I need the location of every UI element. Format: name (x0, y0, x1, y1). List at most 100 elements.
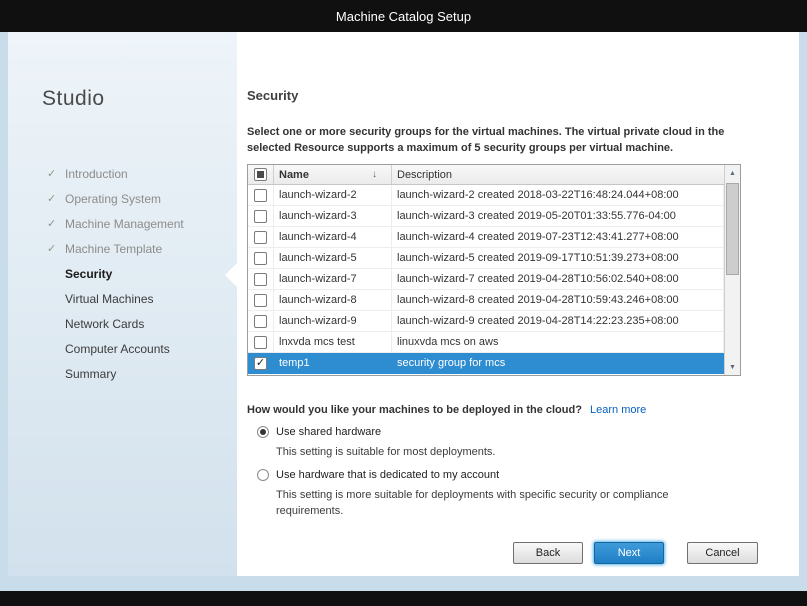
row-checkbox[interactable] (254, 294, 267, 307)
check-icon: ✓ (47, 162, 56, 187)
wizard-sidebar: Studio ✓ Introduction ✓ Operating System… (8, 32, 237, 576)
column-header-description[interactable]: Description (392, 165, 740, 184)
step-label: Security (65, 267, 112, 281)
sidebar-item-machine-management[interactable]: ✓ Machine Management (8, 212, 237, 237)
step-label: Introduction (65, 167, 128, 181)
name-cell: launch-wizard-8 (274, 290, 392, 310)
checkbox-cell (248, 353, 274, 373)
table-header-row: Name ↓ Description (248, 165, 740, 185)
option-label: Use shared hardware (276, 426, 381, 438)
sidebar-item-summary: Summary (8, 362, 237, 387)
row-checkbox-checked[interactable] (254, 357, 267, 370)
checkbox-cell (248, 248, 274, 268)
row-checkbox[interactable] (254, 231, 267, 244)
table-row[interactable]: launch-wizard-5 launch-wizard-5 created … (248, 248, 724, 269)
cancel-button[interactable]: Cancel (687, 542, 758, 564)
intro-text: Select one or more security groups for t… (247, 124, 763, 156)
table-row[interactable]: launch-wizard-8 launch-wizard-8 created … (248, 290, 724, 311)
description-cell: launch-wizard-3 created 2019-05-20T01:33… (392, 206, 724, 226)
description-cell: launch-wizard-4 created 2019-07-23T12:43… (392, 227, 724, 247)
step-label: Machine Template (65, 242, 162, 256)
table-row[interactable]: launch-wizard-7 launch-wizard-7 created … (248, 269, 724, 290)
table-body: launch-wizard-2 launch-wizard-2 created … (248, 185, 724, 375)
description-cell: launch-wizard-9 created 2019-04-28T14:22… (392, 311, 724, 331)
check-icon: ✓ (47, 187, 56, 212)
row-checkbox[interactable] (254, 189, 267, 202)
wizard-step-list: ✓ Introduction ✓ Operating System ✓ Mach… (8, 162, 237, 387)
option-dedicated-hardware[interactable]: Use hardware that is dedicated to my acc… (257, 469, 499, 481)
name-cell: launch-wizard-7 (274, 269, 392, 289)
option-label: Use hardware that is dedicated to my acc… (276, 469, 499, 481)
security-groups-table: Name ↓ Description launch-wizard-2 launc… (247, 164, 741, 376)
checkbox-cell (248, 206, 274, 226)
radio-button[interactable] (257, 469, 269, 481)
checkbox-cell (248, 269, 274, 289)
scroll-down-icon: ▼ (729, 364, 736, 371)
scroll-down-button[interactable]: ▼ (725, 359, 740, 375)
sidebar-item-security[interactable]: Security (8, 262, 237, 287)
row-checkbox[interactable] (254, 315, 267, 328)
select-all-checkbox-cell (248, 165, 274, 184)
scroll-up-icon: ▲ (729, 170, 736, 177)
sidebar-item-operating-system[interactable]: ✓ Operating System (8, 187, 237, 212)
next-button[interactable]: Next (594, 542, 664, 564)
sidebar-item-virtual-machines: Virtual Machines (8, 287, 237, 312)
machine-catalog-setup-dialog: Machine Catalog Setup Studio ✓ Introduct… (0, 0, 807, 606)
learn-more-link[interactable]: Learn more (590, 404, 646, 416)
step-label: Computer Accounts (65, 342, 170, 356)
back-button[interactable]: Back (513, 542, 583, 564)
row-checkbox[interactable] (254, 252, 267, 265)
step-label: Operating System (65, 192, 161, 206)
name-cell: launch-wizard-2 (274, 185, 392, 205)
table-row[interactable]: lnxvda mcs test linuxvda mcs on aws (248, 332, 724, 353)
sidebar-item-computer-accounts: Computer Accounts (8, 337, 237, 362)
scrollbar-thumb[interactable] (726, 183, 739, 275)
studio-logo: Studio (42, 87, 105, 111)
bottom-bar (0, 591, 807, 606)
column-header-name[interactable]: Name ↓ (274, 165, 392, 184)
name-cell: launch-wizard-5 (274, 248, 392, 268)
select-all-checkbox[interactable] (254, 168, 267, 181)
name-cell: temp1 (274, 353, 392, 373)
option-dedicated-description: This setting is more suitable for deploy… (276, 487, 728, 519)
name-cell: launch-wizard-4 (274, 227, 392, 247)
radio-button-selected[interactable] (257, 426, 269, 438)
table-row-selected[interactable]: temp1 security group for mcs (248, 353, 724, 374)
column-label-name: Name (279, 169, 309, 181)
sidebar-item-network-cards: Network Cards (8, 312, 237, 337)
description-cell: launch-wizard-7 created 2019-04-28T10:56… (392, 269, 724, 289)
sidebar-item-machine-template[interactable]: ✓ Machine Template (8, 237, 237, 262)
table-row[interactable]: launch-wizard-3 launch-wizard-3 created … (248, 206, 724, 227)
step-label: Summary (65, 367, 116, 381)
row-checkbox[interactable] (254, 273, 267, 286)
step-label: Machine Management (65, 217, 184, 231)
name-cell: launch-wizard-9 (274, 311, 392, 331)
scroll-up-button[interactable]: ▲ (725, 165, 740, 181)
current-step-arrow-icon (225, 263, 237, 287)
wizard-content-panel: Security Select one or more security gro… (237, 32, 799, 576)
check-icon: ✓ (47, 237, 56, 262)
table-row[interactable]: launch-wizard-2 launch-wizard-2 created … (248, 185, 724, 206)
name-cell: launch-wizard-3 (274, 206, 392, 226)
description-cell: launch-wizard-5 created 2019-09-17T10:51… (392, 248, 724, 268)
table-row[interactable]: launch-wizard-9 launch-wizard-9 created … (248, 311, 724, 332)
checkbox-cell (248, 185, 274, 205)
page-title: Security (247, 88, 298, 103)
step-label: Virtual Machines (65, 292, 154, 306)
sidebar-item-introduction[interactable]: ✓ Introduction (8, 162, 237, 187)
column-label-description: Description (397, 169, 452, 181)
description-cell: linuxvda mcs on aws (392, 332, 724, 352)
window-title: Machine Catalog Setup (336, 9, 471, 24)
name-cell: lnxvda mcs test (274, 332, 392, 352)
option-shared-hardware[interactable]: Use shared hardware (257, 426, 381, 438)
option-shared-description: This setting is suitable for most deploy… (276, 444, 756, 460)
row-checkbox[interactable] (254, 210, 267, 223)
table-scrollbar[interactable]: ▲ ▼ (724, 165, 740, 375)
checkbox-cell (248, 227, 274, 247)
description-cell: security group for mcs (392, 353, 724, 373)
deploy-question: How would you like your machines to be d… (247, 404, 582, 416)
table-row[interactable]: launch-wizard-4 launch-wizard-4 created … (248, 227, 724, 248)
row-checkbox[interactable] (254, 336, 267, 349)
title-bar: Machine Catalog Setup (0, 0, 807, 32)
sort-descending-icon: ↓ (372, 169, 377, 180)
